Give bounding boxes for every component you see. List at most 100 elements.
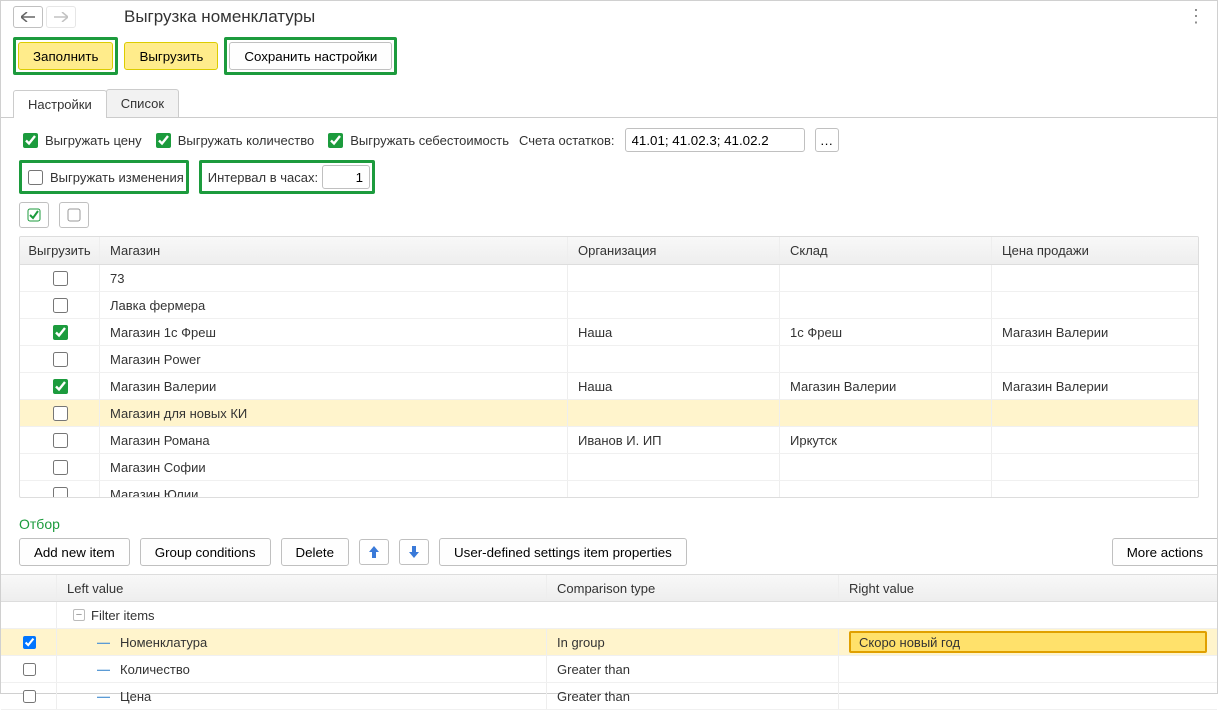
col-header-price[interactable]: Цена продажи bbox=[992, 237, 1198, 264]
row-export-checkbox[interactable] bbox=[53, 352, 68, 367]
row-warehouse bbox=[780, 454, 992, 480]
filter-comparison: In group bbox=[547, 629, 839, 655]
row-price: Магазин Валерии bbox=[992, 319, 1198, 345]
user-settings-button[interactable]: User-defined settings item properties bbox=[439, 538, 687, 566]
row-shop: Магазин Валерии bbox=[100, 373, 568, 399]
row-price bbox=[992, 481, 1198, 497]
table-row[interactable]: Магазин Power bbox=[20, 346, 1198, 373]
filter-group-row[interactable]: − Filter items bbox=[1, 602, 1217, 629]
row-price bbox=[992, 454, 1198, 480]
row-warehouse: Иркутск bbox=[780, 427, 992, 453]
row-export-checkbox[interactable] bbox=[53, 379, 68, 394]
row-price bbox=[992, 265, 1198, 291]
export-changes-checkbox[interactable]: Выгружать изменения bbox=[24, 165, 184, 189]
row-shop: 73 bbox=[100, 265, 568, 291]
row-shop: Магазин Юлии bbox=[100, 481, 568, 497]
table-row[interactable]: Магазин 1с ФрешНаша1с ФрешМагазин Валери… bbox=[20, 319, 1198, 346]
check-all-button[interactable] bbox=[19, 202, 49, 228]
filter-row[interactable]: —КоличествоGreater than bbox=[1, 656, 1217, 683]
row-warehouse: 1с Фреш bbox=[780, 319, 992, 345]
row-org bbox=[568, 265, 780, 291]
row-export-checkbox[interactable] bbox=[53, 271, 68, 286]
back-button[interactable] bbox=[13, 6, 43, 28]
row-export-checkbox[interactable] bbox=[53, 433, 68, 448]
export-qty-label: Выгружать количество bbox=[178, 133, 315, 148]
add-new-item-button[interactable]: Add new item bbox=[19, 538, 130, 566]
table-row[interactable]: Магазин РоманаИванов И. ИПИркутск bbox=[20, 427, 1198, 454]
row-warehouse bbox=[780, 481, 992, 497]
fill-button[interactable]: Заполнить bbox=[18, 42, 113, 70]
shops-table: Выгрузить Магазин Организация Склад Цена… bbox=[19, 236, 1199, 498]
filter-row-checkbox[interactable] bbox=[23, 636, 36, 649]
balance-accounts-label: Счета остатков: bbox=[519, 133, 614, 148]
col-header-shop[interactable]: Магазин bbox=[100, 237, 568, 264]
row-price: Магазин Валерии bbox=[992, 373, 1198, 399]
table-row[interactable]: Магазин Юлии bbox=[20, 481, 1198, 497]
filter-comparison: Greater than bbox=[547, 656, 839, 682]
filter-col-check bbox=[1, 575, 57, 601]
row-price bbox=[992, 400, 1198, 426]
more-actions-button[interactable]: More actions bbox=[1112, 538, 1217, 566]
export-button[interactable]: Выгрузить bbox=[124, 42, 218, 70]
row-export-checkbox[interactable] bbox=[53, 460, 68, 475]
filter-col-left[interactable]: Left value bbox=[57, 575, 547, 601]
table-row[interactable]: Магазин для новых КИ bbox=[20, 400, 1198, 427]
row-export-checkbox[interactable] bbox=[53, 406, 68, 421]
table-row[interactable]: Магазин Софии bbox=[20, 454, 1198, 481]
export-changes-label: Выгружать изменения bbox=[50, 170, 184, 185]
move-up-button[interactable] bbox=[359, 539, 389, 565]
row-org bbox=[568, 481, 780, 497]
row-org bbox=[568, 292, 780, 318]
row-org bbox=[568, 346, 780, 372]
delete-button[interactable]: Delete bbox=[281, 538, 350, 566]
filter-col-right[interactable]: Right value bbox=[839, 575, 1217, 601]
interval-input[interactable] bbox=[322, 165, 370, 189]
filter-row[interactable]: —НоменклатураIn groupСкоро новый год bbox=[1, 629, 1217, 656]
row-shop: Магазин Романа bbox=[100, 427, 568, 453]
move-down-button[interactable] bbox=[399, 539, 429, 565]
row-shop: Магазин Power bbox=[100, 346, 568, 372]
export-cost-input[interactable] bbox=[328, 133, 343, 148]
forward-button[interactable] bbox=[46, 6, 76, 28]
export-changes-input[interactable] bbox=[28, 170, 43, 185]
row-export-checkbox[interactable] bbox=[53, 487, 68, 498]
page-menu-icon[interactable]: ⋮ bbox=[1187, 9, 1205, 23]
export-qty-checkbox[interactable]: Выгружать количество bbox=[152, 130, 315, 151]
export-price-label: Выгружать цену bbox=[45, 133, 142, 148]
col-header-org[interactable]: Организация bbox=[568, 237, 780, 264]
table-row[interactable]: Магазин ВалерииНашаМагазин ВалерииМагази… bbox=[20, 373, 1198, 400]
filter-col-comparison[interactable]: Comparison type bbox=[547, 575, 839, 601]
col-header-warehouse[interactable]: Склад bbox=[780, 237, 992, 264]
group-conditions-button[interactable]: Group conditions bbox=[140, 538, 271, 566]
filter-row-checkbox[interactable] bbox=[23, 690, 36, 703]
table-row[interactable]: Лавка фермера bbox=[20, 292, 1198, 319]
row-shop: Магазин 1с Фреш bbox=[100, 319, 568, 345]
collapse-icon[interactable]: − bbox=[73, 609, 85, 621]
dash-icon: — bbox=[97, 635, 110, 650]
tab-settings[interactable]: Настройки bbox=[13, 90, 107, 118]
filter-right-value-input[interactable]: Скоро новый год bbox=[849, 631, 1207, 653]
filter-left-value: —Цена bbox=[57, 683, 547, 709]
uncheck-all-button[interactable] bbox=[59, 202, 89, 228]
balance-accounts-input[interactable] bbox=[625, 128, 805, 152]
balance-accounts-select-button[interactable]: … bbox=[815, 128, 839, 152]
export-price-input[interactable] bbox=[23, 133, 38, 148]
export-price-checkbox[interactable]: Выгружать цену bbox=[19, 130, 142, 151]
row-org: Наша bbox=[568, 373, 780, 399]
table-row[interactable]: 73 bbox=[20, 265, 1198, 292]
filter-row-checkbox[interactable] bbox=[23, 663, 36, 676]
row-org: Наша bbox=[568, 319, 780, 345]
tab-list[interactable]: Список bbox=[106, 89, 179, 117]
row-warehouse bbox=[780, 265, 992, 291]
row-warehouse: Магазин Валерии bbox=[780, 373, 992, 399]
export-qty-input[interactable] bbox=[156, 133, 171, 148]
col-header-export[interactable]: Выгрузить bbox=[20, 237, 100, 264]
filter-left-value: —Количество bbox=[57, 656, 547, 682]
filter-row[interactable]: —ЦенаGreater than bbox=[1, 683, 1217, 710]
row-warehouse bbox=[780, 400, 992, 426]
row-export-checkbox[interactable] bbox=[53, 325, 68, 340]
row-org bbox=[568, 400, 780, 426]
row-export-checkbox[interactable] bbox=[53, 298, 68, 313]
save-settings-button[interactable]: Сохранить настройки bbox=[229, 42, 392, 70]
export-cost-checkbox[interactable]: Выгружать себестоимость bbox=[324, 130, 509, 151]
